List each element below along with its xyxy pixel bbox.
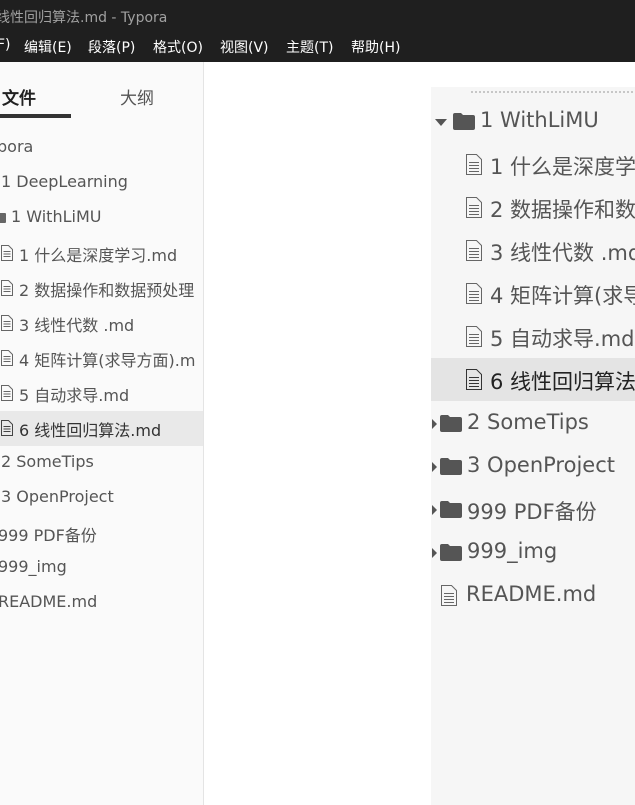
zoom-item-label: 3 OpenProject [467,453,615,477]
tree-item-file-6-selected[interactable]: 6 线性回归算法.md [0,411,203,446]
tree-item-file-1[interactable]: 1 什么是深度学习.md [0,236,203,271]
tree-item-file-2[interactable]: 2 数据操作和数据预处理 [0,271,203,306]
tree-item-label: 2 SomeTips [1,452,94,471]
zoom-item-file-1[interactable]: 1 什么是深度学 [431,143,635,186]
zoom-item-pdf-backup[interactable]: 999 PDF备份 [431,488,635,531]
window-title: 线性回归算法.md - Typora [0,10,168,26]
zoom-item-openproject[interactable]: 3 OpenProject [431,445,635,488]
caret-right-icon [432,548,437,558]
tree-item-img[interactable]: 999_img [0,551,203,586]
folder-icon [0,213,6,223]
tree-item-file-4[interactable]: 4 矩阵计算(求导方面).m [0,341,203,376]
file-icon [441,585,457,606]
caret-right-icon [432,462,437,472]
folder-icon [440,544,462,561]
file-icon [466,283,482,304]
zoom-item-file-4[interactable]: 4 矩阵计算(求导 [431,272,635,315]
tree-item-pdf-backup[interactable]: 999 PDF备份 [0,516,203,551]
menu-format[interactable]: 格式(O) [153,37,203,57]
tree-item-label: 999_img [0,557,67,576]
menu-edit[interactable]: 编辑(E) [24,37,72,57]
file-icon [466,326,482,347]
zoom-item-sometips[interactable]: 2 SomeTips [431,402,635,445]
tree-item-file-3[interactable]: 3 线性代数 .md [0,306,203,341]
tree-item-label: pora [0,137,34,156]
zoom-item-file-3[interactable]: 3 线性代数 .md [431,229,635,272]
tree-item-label: 3 线性代数 .md [19,316,135,335]
folder-icon [440,458,462,475]
menu-help[interactable]: 帮助(H) [351,37,400,57]
tree-item-label: 4 矩阵计算(求导方面).m [19,351,196,370]
file-icon [466,240,482,261]
tree-item-label: 3 OpenProject [1,487,114,506]
cropped-row-edge [471,87,635,93]
menu-file[interactable]: F) [0,37,11,53]
zoom-item-label: 1 WithLiMU [480,108,599,132]
menu-bar: F) 编辑(E) 段落(P) 格式(O) 视图(V) 主题(T) 帮助(H) [0,31,635,62]
tree-item-readme[interactable]: README.md [0,586,203,621]
file-icon [1,385,13,401]
tree-item-label: 5 自动求导.md [19,386,130,405]
zoom-item-file-6-selected[interactable]: 6 线性回归算法 [431,358,635,401]
zoom-item-label: 1 什么是深度学 [490,155,635,179]
file-icon [1,245,13,261]
tree-item-label: README.md [0,592,98,611]
tree-item-file-5[interactable]: 5 自动求导.md [0,376,203,411]
tree-item-openproject[interactable]: 3 OpenProject [0,481,203,516]
tree-item-label: 1 WithLiMU [11,207,102,226]
title-bar: 线性回归算法.md - Typora [0,0,635,31]
file-icon [1,315,13,331]
file-icon [1,280,13,296]
file-icon [1,350,13,366]
zoom-item-label: 2 数据操作和数 [490,198,635,222]
file-sidebar: 文件 大纲 pora 1 DeepLearning 1 WithLiMU 1 什… [0,62,204,805]
zoom-item-file-5[interactable]: 5 自动求导.md [431,315,635,358]
tree-item-root[interactable]: pora [0,131,203,166]
tree-item-label: 2 数据操作和数据预处理 [19,281,195,300]
file-icon [466,197,482,218]
tree-item-label: 1 什么是深度学习.md [19,246,178,265]
tree-item-label: 999 PDF备份 [0,526,97,545]
zoom-item-file-2[interactable]: 2 数据操作和数 [431,186,635,229]
zoom-item-label: 6 线性回归算法 [490,370,635,394]
caret-right-icon [432,419,437,429]
tree-item-label: 6 线性回归算法.md [19,421,162,440]
zoom-item-label: 4 矩阵计算(求导 [490,284,635,308]
file-icon [466,154,482,175]
file-icon [466,369,482,390]
zoom-item-img[interactable]: 999_img [431,531,635,574]
menu-paragraph[interactable]: 段落(P) [88,37,135,57]
folder-icon [440,501,462,518]
tree-item-sometips[interactable]: 2 SomeTips [0,446,203,481]
tree-item-deeplearning[interactable]: 1 DeepLearning [0,166,203,201]
zoom-item-withlimu[interactable]: 1 WithLiMU [431,100,635,143]
folder-icon [453,113,475,130]
zoom-item-label: 3 线性代数 .md [490,241,635,265]
menu-theme[interactable]: 主题(T) [286,37,333,57]
zoom-item-label: README.md [466,582,597,606]
zoom-item-label: 999_img [467,539,558,563]
zoomed-file-tree: 1 WithLiMU 1 什么是深度学 2 数据操作和数 3 线性代数 .md … [431,87,635,805]
menu-view[interactable]: 视图(V) [220,37,269,57]
tab-files[interactable]: 文件 [2,84,36,109]
zoom-item-label: 999 PDF备份 [467,500,597,524]
caret-right-icon [432,505,437,515]
tree-item-withlimu[interactable]: 1 WithLiMU [0,201,203,236]
active-tab-indicator [0,114,71,118]
zoom-item-label: 5 自动求导.md [490,327,635,351]
tree-item-label: 1 DeepLearning [1,172,128,191]
file-icon [1,420,13,436]
folder-icon [440,415,462,432]
zoom-item-readme[interactable]: README.md [431,574,635,617]
caret-down-icon [435,119,447,126]
tab-outline[interactable]: 大纲 [120,84,154,109]
zoom-item-label: 2 SomeTips [467,410,589,434]
